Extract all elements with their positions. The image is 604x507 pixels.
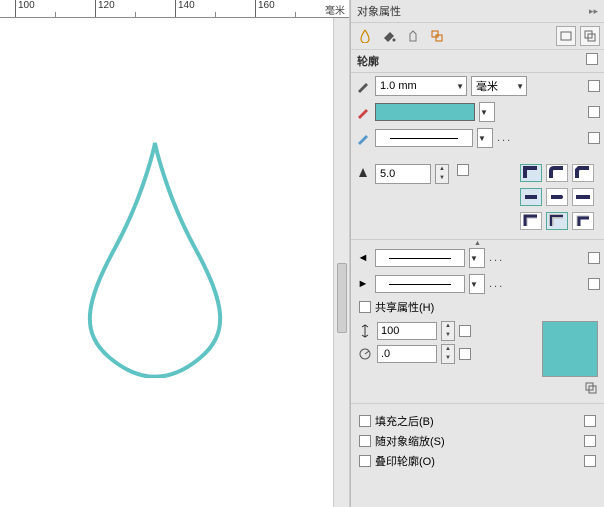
fill-tab-icon[interactable] — [379, 26, 399, 46]
pen-color-icon — [355, 104, 371, 120]
arrow-end-reset[interactable] — [588, 278, 600, 290]
scale-with-object-checkbox[interactable] — [359, 435, 371, 447]
scale-reset[interactable] — [584, 435, 596, 447]
share-attributes-label: 共享属性(H) — [375, 299, 434, 315]
corner-round[interactable] — [546, 164, 568, 182]
arrow-start-more[interactable]: ... — [489, 252, 504, 264]
miter-icon — [355, 164, 371, 180]
panel-title: 对象属性 — [357, 3, 401, 19]
ruler-horizontal[interactable]: 100 120 140 160 毫米 — [0, 0, 349, 18]
cap-round[interactable] — [546, 188, 568, 206]
line-style-icon — [355, 130, 371, 146]
cap-butt[interactable] — [520, 188, 542, 206]
cap-square[interactable] — [572, 188, 594, 206]
line-style-combo[interactable] — [375, 129, 473, 147]
angle-icon — [357, 346, 373, 362]
corner-miter[interactable] — [520, 164, 542, 182]
arrow-end-combo[interactable] — [375, 275, 465, 293]
outline-width-value: 1.0 mm — [380, 80, 417, 92]
angle-spinner[interactable]: ▲▼ — [441, 344, 455, 364]
section-separator[interactable] — [351, 239, 604, 245]
color-reset[interactable] — [588, 106, 600, 118]
arrow-start-dropdown[interactable]: ▼ — [469, 248, 485, 268]
miter-reset[interactable] — [457, 164, 469, 176]
miter-limit-field[interactable]: 5.0 — [375, 164, 431, 184]
behind-fill-label: 填充之后(B) — [375, 413, 434, 429]
corner-cap-grid — [520, 164, 600, 232]
panel-menu-icon[interactable]: ▸▸ — [589, 6, 598, 17]
angle-value: .0 — [381, 348, 390, 360]
arrow-start-reset[interactable] — [588, 252, 600, 264]
stretch-field[interactable]: 100 — [377, 322, 437, 340]
line-style-more[interactable]: ... — [497, 132, 512, 144]
scale-with-object-label: 随对象缩放(S) — [375, 433, 445, 449]
arrow-start-combo[interactable] — [375, 249, 465, 267]
stretch-spinner[interactable]: ▲▼ — [441, 321, 455, 341]
section-title: 轮廓 — [357, 53, 379, 69]
outline-tab-icon[interactable] — [355, 26, 375, 46]
object-properties-panel: 对象属性 ▸▸ 轮廓 1.0 mm ▼ — [350, 0, 604, 507]
stretch-reset[interactable] — [459, 325, 471, 337]
canvas-scrollbar[interactable] — [333, 18, 349, 507]
arrow-end-icon: ► — [355, 276, 371, 292]
outline-unit-value: 毫米 — [476, 78, 498, 94]
overprint-reset[interactable] — [584, 455, 596, 467]
teardrop-shape[interactable] — [70, 138, 240, 378]
pos-inside[interactable] — [572, 212, 594, 230]
outline-unit-combo[interactable]: 毫米 ▼ — [471, 76, 527, 96]
arrow-end-dropdown[interactable]: ▼ — [469, 274, 485, 294]
effects-tab-icon[interactable] — [427, 26, 447, 46]
canvas-area: 100 120 140 160 毫米 — [0, 0, 350, 507]
behind-fill-reset[interactable] — [584, 415, 596, 427]
outline-width-combo[interactable]: 1.0 mm ▼ — [375, 76, 467, 96]
stretch-value: 100 — [381, 325, 399, 337]
arrow-end-more[interactable]: ... — [489, 278, 504, 290]
behind-fill-checkbox[interactable] — [359, 415, 371, 427]
share-attributes-checkbox[interactable] — [359, 301, 371, 313]
width-reset[interactable] — [588, 80, 600, 92]
line-style-dropdown[interactable]: ▼ — [477, 128, 493, 148]
scrollbar-thumb[interactable] — [337, 263, 347, 333]
ruler-tick: 100 — [15, 0, 35, 18]
corner-bevel[interactable] — [572, 164, 594, 182]
style-reset[interactable] — [588, 132, 600, 144]
pos-center[interactable] — [546, 212, 568, 230]
options-icon[interactable] — [580, 26, 600, 46]
miter-spinner[interactable]: ▲▼ — [435, 164, 449, 184]
nib-preview-swatch[interactable] — [542, 321, 598, 377]
dock-icon[interactable] — [556, 26, 576, 46]
overprint-outline-label: 叠印轮廓(O) — [375, 453, 435, 469]
ruler-unit: 毫米 — [325, 2, 345, 17]
section-toggle[interactable] — [586, 53, 598, 65]
property-tabs — [351, 23, 604, 50]
transparency-tab-icon[interactable] — [403, 26, 423, 46]
angle-reset[interactable] — [459, 348, 471, 360]
miter-limit-value: 5.0 — [380, 168, 395, 180]
drawing-canvas[interactable] — [0, 18, 349, 507]
pos-outside[interactable] — [520, 212, 542, 230]
ruler-tick: 140 — [175, 0, 195, 18]
nib-options-icon[interactable] — [584, 381, 598, 395]
ruler-tick: 120 — [95, 0, 115, 18]
outline-color-swatch[interactable] — [375, 103, 475, 121]
arrow-start-icon: ◄ — [355, 250, 371, 266]
pen-width-icon — [355, 78, 371, 94]
color-dropdown[interactable]: ▼ — [479, 102, 495, 122]
ruler-tick: 160 — [255, 0, 275, 18]
stretch-icon — [357, 323, 373, 339]
overprint-outline-checkbox[interactable] — [359, 455, 371, 467]
angle-field[interactable]: .0 — [377, 345, 437, 363]
